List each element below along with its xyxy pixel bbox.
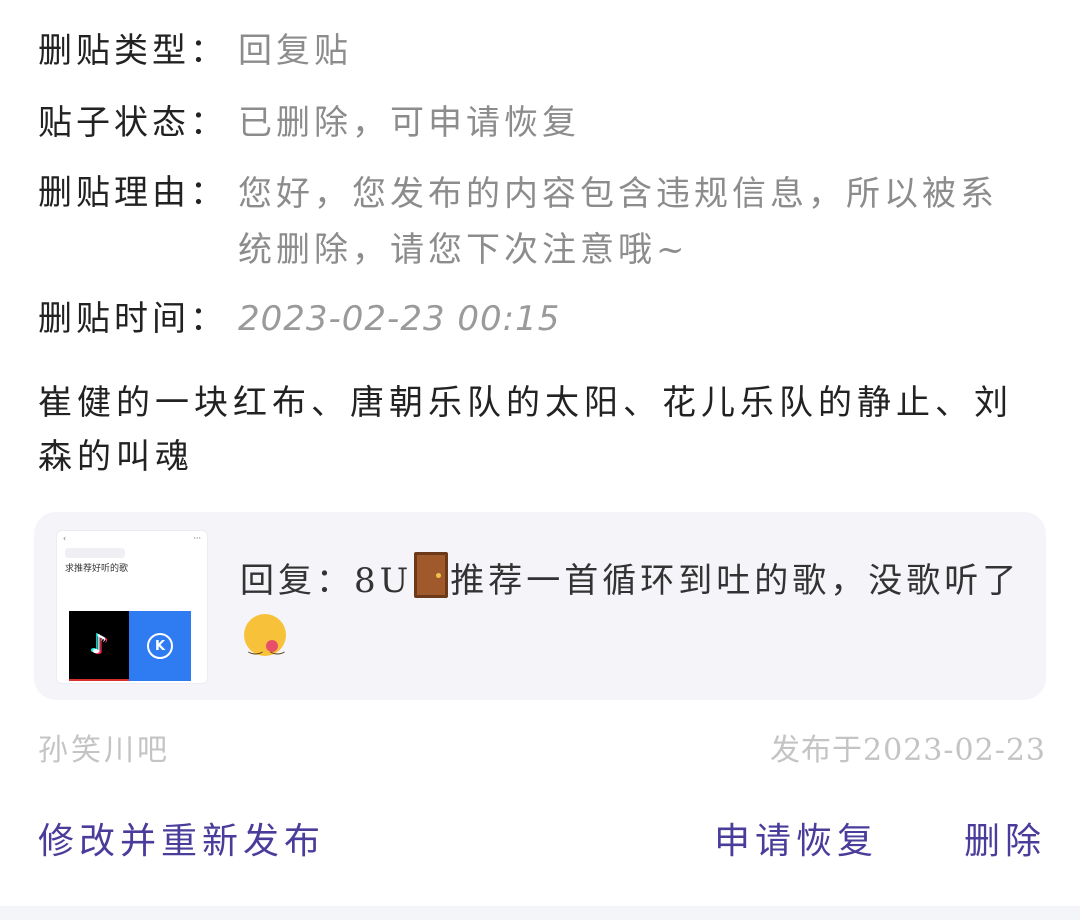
thumbnail-line <box>65 548 125 558</box>
forum-name[interactable]: 孙笑川吧 <box>38 726 170 776</box>
delete-button[interactable]: 删除 <box>964 812 1046 872</box>
delete-time-row: 删贴时间： 2023-02-23 00:15 <box>38 292 1020 346</box>
post-status-row: 贴子状态： 已删除，可申请恢复 <box>38 96 1020 150</box>
reply-text: 推荐一首循环到吐的歌，没歌听了 <box>450 561 1021 601</box>
thumbnail-topbar: ‹ ··· <box>57 531 207 545</box>
reply-prefix: 回复：8U <box>240 561 413 601</box>
tiktok-tile: ♪ <box>69 611 129 681</box>
publish-date: 发布于2023-02-23 <box>770 733 1046 768</box>
reply-content[interactable]: 回复：8U 推荐一首循环到吐的歌，没歌听了 <box>240 552 1022 674</box>
thumbnail-back-icon: ‹ <box>63 533 67 543</box>
apply-restore-button[interactable]: 申请恢复 <box>714 812 878 872</box>
delete-time-label: 删贴时间： <box>38 299 228 339</box>
reply-thumbnail[interactable]: ‹ ··· 求推荐好听的歌 ♪ K <box>56 530 208 684</box>
delete-reason-row: 删贴理由： 您好，您发布的内容包含违规信息，所以被系统删除，请您下次注意哦~ <box>38 166 1020 278</box>
yum-face-emoji-icon <box>244 614 286 674</box>
tiktok-icon: ♪ <box>90 630 108 660</box>
thumbnail-tiles: ♪ K <box>69 611 191 681</box>
post-status-value: 已删除，可申请恢复 <box>238 103 580 143</box>
action-bar: 修改并重新发布 申请恢复 删除 <box>38 812 1046 872</box>
door-emoji-icon <box>414 552 449 598</box>
kugou-tile: K <box>129 611 191 681</box>
delete-type-label: 删贴类型： <box>38 31 228 71</box>
thumbnail-more-icon: ··· <box>193 533 201 543</box>
reply-card[interactable]: ‹ ··· 求推荐好听的歌 ♪ K 回复：8U 推荐一首循环到吐的歌，没歌听了 <box>34 512 1046 700</box>
thumbnail-caption: 求推荐好听的歌 <box>65 564 129 574</box>
delete-time-value: 2023-02-23 00:15 <box>238 299 561 339</box>
edit-republish-button[interactable]: 修改并重新发布 <box>38 812 325 872</box>
delete-reason-value: 您好，您发布的内容包含违规信息，所以被系统删除，请您下次注意哦~ <box>238 174 998 270</box>
delete-reason-label: 删贴理由： <box>38 173 228 213</box>
bottom-divider <box>0 906 1080 920</box>
delete-type-row: 删贴类型： 回复贴 <box>38 24 1020 78</box>
post-status-label: 贴子状态： <box>38 103 228 143</box>
kugou-icon: K <box>147 633 173 659</box>
post-title: 崔健的一块红布、唐朝乐队的太阳、花儿乐队的静止、刘森的叫魂 <box>38 383 1013 477</box>
delete-type-value: 回复贴 <box>238 31 352 71</box>
